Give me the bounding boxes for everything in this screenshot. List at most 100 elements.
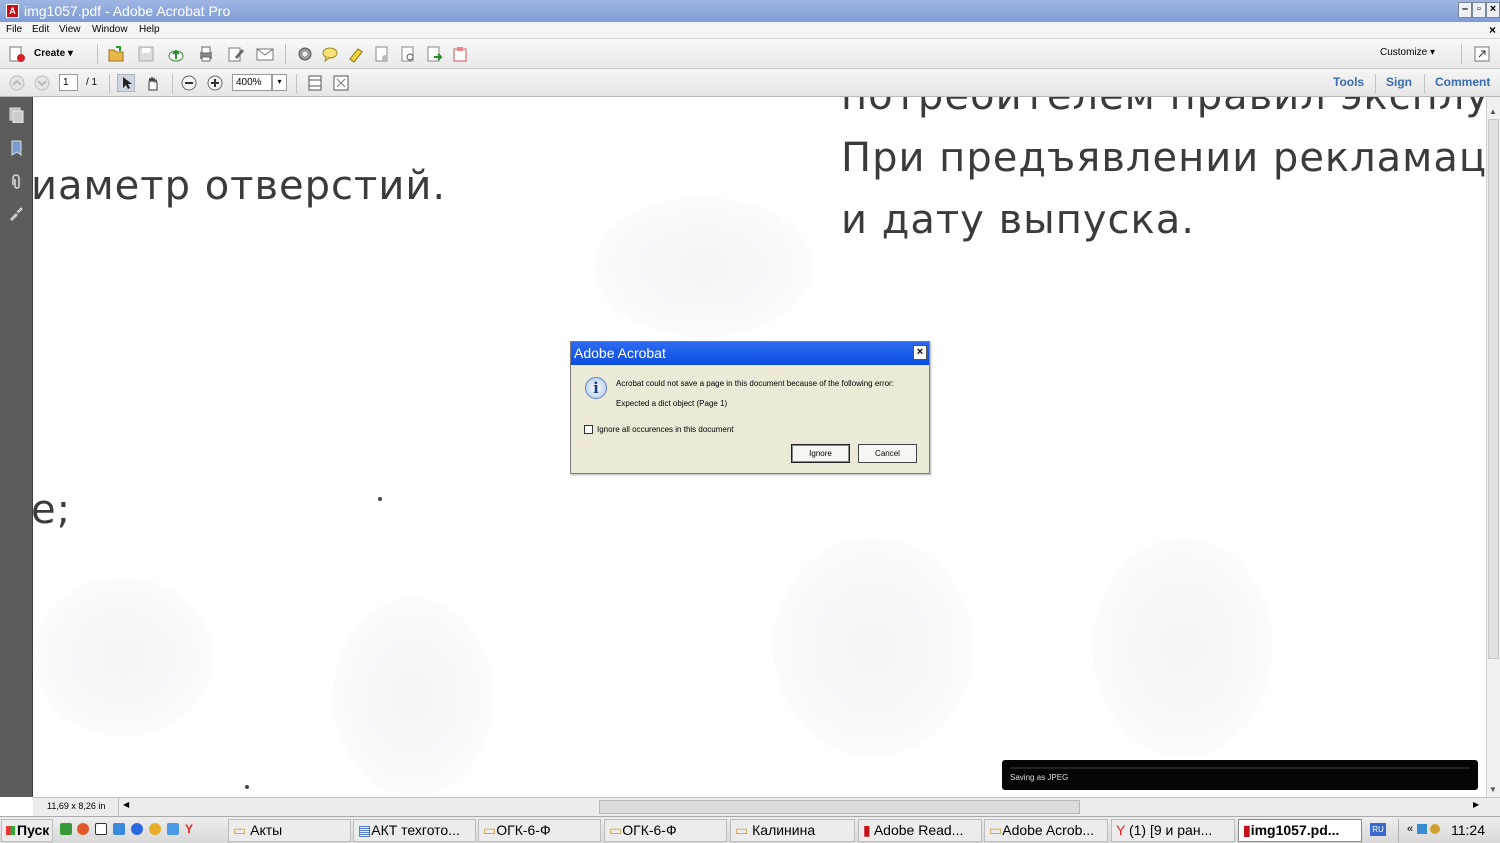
quicklaunch-desktop-icon[interactable] bbox=[95, 823, 107, 835]
chevron-down-icon: ▾ bbox=[277, 77, 282, 86]
edit-document-icon[interactable] bbox=[227, 45, 245, 63]
scan-dot bbox=[378, 497, 382, 501]
zoom-dropdown-button[interactable]: ▾ bbox=[272, 74, 287, 91]
windows-logo-icon bbox=[6, 826, 15, 835]
tray-app-icon[interactable] bbox=[1430, 824, 1440, 834]
highlight-icon[interactable] bbox=[347, 45, 365, 63]
expand-view-icon[interactable] bbox=[1473, 45, 1491, 63]
vertical-scroll-thumb[interactable] bbox=[1488, 119, 1499, 659]
quicklaunch-b-icon[interactable] bbox=[60, 823, 72, 835]
vertical-scrollbar[interactable]: ▲ ▼ bbox=[1486, 97, 1500, 797]
select-cursor-icon[interactable] bbox=[117, 74, 135, 92]
full-screen-icon[interactable] bbox=[332, 74, 350, 92]
taskbar: Пуск Y ▭ Акты ▤АКТ техгото... ▭ОГК-6-Ф ▭… bbox=[0, 816, 1500, 843]
toolbar-separator bbox=[1461, 44, 1462, 64]
page-size-label: 11,69 x 8,26 in bbox=[33, 798, 119, 816]
progress-toast: Saving as JPEG bbox=[1002, 760, 1478, 790]
customize-button[interactable]: Customize ▾ bbox=[1380, 47, 1435, 58]
scroll-right-arrow-icon[interactable]: ▶ bbox=[1473, 800, 1479, 809]
quicklaunch-app-icon[interactable] bbox=[167, 823, 179, 835]
status-bar: 11,69 x 8,26 in ◀ ▶ bbox=[33, 797, 1500, 816]
taskbar-item[interactable]: ▮ Adobe Read... bbox=[858, 819, 982, 842]
toolbar-separator bbox=[1424, 74, 1425, 94]
zoom-out-icon[interactable] bbox=[180, 74, 198, 92]
minimize-button[interactable]: – bbox=[1458, 2, 1472, 18]
taskbar-item[interactable]: ▭Adobe Acrob... bbox=[984, 819, 1108, 842]
taskbar-item[interactable]: ▭ОГК-6-Ф bbox=[478, 819, 601, 842]
title-bar: A img1057.pdf - Adobe Acrobat Pro – ▫ × bbox=[0, 0, 1500, 22]
comment-pane-link[interactable]: Comment bbox=[1435, 75, 1490, 89]
horizontal-scroll-thumb[interactable] bbox=[599, 800, 1080, 814]
ignore-button[interactable]: Ignore bbox=[791, 444, 850, 463]
document-text-line: иаметр отверстий. bbox=[33, 163, 447, 209]
menu-help[interactable]: Help bbox=[139, 24, 160, 35]
signatures-panel-icon[interactable] bbox=[8, 206, 24, 222]
menu-view[interactable]: View bbox=[59, 24, 81, 35]
create-pdf-icon bbox=[9, 46, 25, 62]
close-document-button[interactable]: × bbox=[1489, 23, 1496, 37]
document-review-icon[interactable] bbox=[373, 45, 391, 63]
open-folder-icon[interactable] bbox=[107, 45, 125, 63]
print-icon[interactable] bbox=[197, 45, 215, 63]
quicklaunch-telegram-icon[interactable] bbox=[113, 823, 125, 835]
export-document-icon[interactable] bbox=[425, 45, 443, 63]
comment-bubble-icon[interactable] bbox=[321, 45, 339, 63]
document-text-line: потребителем правил эксплуа bbox=[841, 97, 1486, 119]
taskbar-item[interactable]: Y (1) [9 и ран... bbox=[1111, 819, 1235, 842]
zoom-level-input[interactable]: 400% bbox=[232, 74, 272, 91]
ignore-all-checkbox[interactable] bbox=[584, 425, 593, 434]
dialog-title-bar: Adobe Acrobat bbox=[571, 342, 929, 365]
bookmarks-panel-icon[interactable] bbox=[8, 140, 24, 156]
toolbar-separator bbox=[109, 74, 110, 94]
quicklaunch-ie-icon[interactable] bbox=[131, 823, 143, 835]
quicklaunch-chrome-icon[interactable] bbox=[77, 823, 89, 835]
quicklaunch-opera-icon[interactable] bbox=[149, 823, 161, 835]
document-text-line: e; bbox=[33, 487, 72, 533]
form-tools-icon[interactable] bbox=[451, 45, 469, 63]
dialog-close-button[interactable]: × bbox=[913, 345, 927, 360]
taskbar-item[interactable]: ▤АКТ техгото... bbox=[353, 819, 476, 842]
pages-panel-icon[interactable] bbox=[8, 107, 24, 123]
scan-smudge bbox=[33, 577, 213, 737]
fit-page-icon[interactable] bbox=[306, 74, 324, 92]
scroll-down-arrow-icon[interactable]: ▼ bbox=[1489, 785, 1497, 794]
folder-icon: ▭ bbox=[483, 822, 497, 838]
hand-tool-icon[interactable] bbox=[144, 74, 162, 92]
previous-page-icon[interactable] bbox=[8, 74, 26, 92]
menu-window[interactable]: Window bbox=[92, 24, 128, 35]
tray-expand-icon[interactable]: « bbox=[1407, 823, 1413, 835]
menu-file[interactable]: File bbox=[6, 24, 22, 35]
folder-icon: ▭ bbox=[735, 822, 749, 838]
attachments-paperclip-icon[interactable] bbox=[8, 173, 24, 189]
start-button[interactable]: Пуск bbox=[1, 819, 53, 842]
taskbar-item[interactable]: ▭ Акты bbox=[228, 819, 351, 842]
close-window-button[interactable]: × bbox=[1486, 2, 1500, 18]
document-compare-icon[interactable] bbox=[399, 45, 417, 63]
navigation-toolbar: 1 / 1 400% ▾ Tools Sign Comment bbox=[0, 69, 1500, 97]
taskbar-item[interactable]: ▭ОГК-6-Ф bbox=[604, 819, 727, 842]
cancel-button[interactable]: Cancel bbox=[858, 444, 917, 463]
cloud-upload-icon[interactable] bbox=[167, 45, 185, 63]
menu-edit[interactable]: Edit bbox=[32, 24, 49, 35]
scroll-up-arrow-icon[interactable]: ▲ bbox=[1489, 107, 1497, 116]
taskbar-item[interactable]: ▭ Калинина bbox=[730, 819, 855, 842]
quicklaunch-yandex-icon[interactable]: Y bbox=[185, 823, 197, 835]
progress-text: Saving as JPEG bbox=[1010, 773, 1069, 782]
settings-gear-icon[interactable] bbox=[296, 45, 314, 63]
clock[interactable]: 11:24 bbox=[1451, 822, 1485, 838]
tools-pane-link[interactable]: Tools bbox=[1333, 75, 1364, 89]
word-doc-icon: ▤ bbox=[358, 822, 372, 838]
scroll-left-arrow-icon[interactable]: ◀ bbox=[123, 800, 129, 809]
document-text-line: При предъявлении рекламац bbox=[841, 135, 1486, 181]
taskbar-item-active[interactable]: ▮img1057.pd... bbox=[1238, 819, 1362, 842]
sign-pane-link[interactable]: Sign bbox=[1386, 75, 1412, 89]
pdf-file-icon: ▮ bbox=[1243, 822, 1251, 838]
language-indicator[interactable]: RU bbox=[1370, 823, 1386, 836]
email-icon[interactable] bbox=[256, 45, 274, 63]
next-page-icon[interactable] bbox=[33, 74, 51, 92]
page-number-input[interactable]: 1 bbox=[59, 74, 78, 91]
save-disk-icon[interactable] bbox=[137, 45, 155, 63]
zoom-in-icon[interactable] bbox=[206, 74, 224, 92]
network-icon[interactable] bbox=[1417, 824, 1427, 834]
restore-button[interactable]: ▫ bbox=[1472, 2, 1486, 18]
